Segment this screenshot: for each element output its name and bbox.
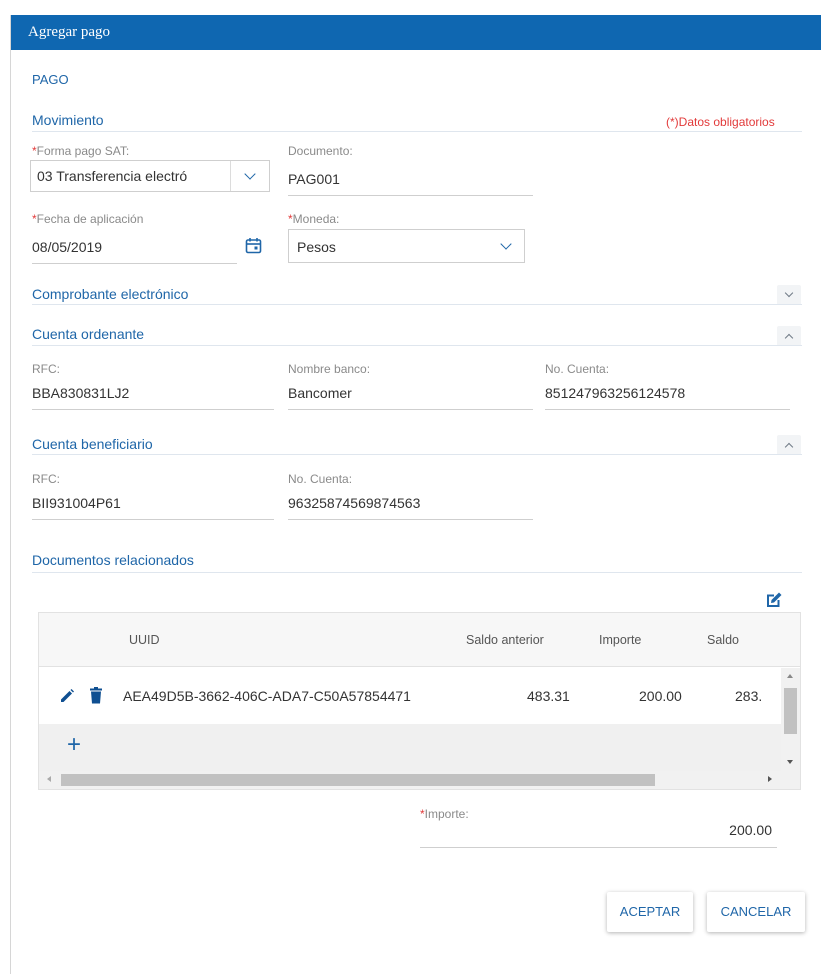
ordenante-cuenta-underline <box>545 409 790 410</box>
ordenante-cuenta-input[interactable]: 851247963256124578 <box>545 385 685 401</box>
column-header-saldo[interactable]: Saldo <box>707 633 739 647</box>
collapse-ordenante-button[interactable] <box>777 326 801 346</box>
expand-comprobante-button[interactable] <box>777 285 801 305</box>
chevron-down-icon <box>500 238 512 250</box>
section-beneficiario-title: Cuenta beneficiario <box>32 436 153 452</box>
section-divider <box>32 304 802 305</box>
fecha-input[interactable]: 08/05/2019 <box>32 239 102 255</box>
chevron-up-icon <box>784 333 794 343</box>
documento-input[interactable]: PAG001 <box>288 171 340 187</box>
cancel-button[interactable]: CANCELAR <box>707 892 805 932</box>
horizontal-scrollbar[interactable] <box>39 771 800 789</box>
add-document-button[interactable]: + <box>67 730 81 760</box>
ordenante-banco-underline <box>288 409 533 410</box>
importe-label: *Importe: <box>420 807 469 821</box>
section-documentos-title: Documentos relacionados <box>32 552 194 568</box>
chevron-up-icon <box>784 442 794 452</box>
moneda-value: Pesos <box>297 239 336 255</box>
ordenante-cuenta-label: No. Cuenta: <box>545 362 610 376</box>
vertical-scrollbar[interactable] <box>781 668 800 771</box>
required-fields-note: (*)Datos obligatorios <box>666 115 775 129</box>
column-header-importe[interactable]: Importe <box>599 633 641 647</box>
edit-documents-icon[interactable] <box>765 591 783 609</box>
scroll-up-icon[interactable] <box>787 674 793 678</box>
row-importe: 200.00 <box>639 688 682 704</box>
section-divider <box>32 131 802 132</box>
horizontal-scroll-thumb[interactable] <box>61 774 655 786</box>
moneda-select[interactable]: Pesos <box>288 229 525 263</box>
ordenante-rfc-underline <box>32 409 274 410</box>
beneficiario-rfc-underline <box>32 519 274 520</box>
accept-button[interactable]: ACEPTAR <box>607 892 693 932</box>
row-uuid: AEA49D5B-3662-406C-ADA7-C50A57854471 <box>123 688 411 704</box>
beneficiario-cuenta-input[interactable]: 96325874569874563 <box>288 495 420 511</box>
column-header-uuid[interactable]: UUID <box>129 633 160 647</box>
beneficiario-rfc-input[interactable]: BII931004P61 <box>32 495 121 511</box>
top-strip <box>0 0 821 15</box>
ordenante-banco-label: Nombre banco: <box>288 362 371 376</box>
moneda-label: *Moneda: <box>288 212 340 226</box>
documento-label: Documento: <box>288 144 353 158</box>
fecha-underline <box>32 263 237 264</box>
row-saldo: 283. <box>735 688 763 704</box>
section-pago-title: PAGO <box>32 72 69 87</box>
calendar-icon[interactable] <box>245 237 262 254</box>
section-divider <box>32 454 802 455</box>
column-header-saldo-anterior[interactable]: Saldo anterior <box>466 633 544 647</box>
ordenante-rfc-label: RFC: <box>32 362 60 376</box>
scroll-down-icon[interactable] <box>787 760 793 764</box>
fecha-label: *Fecha de aplicación <box>32 212 144 226</box>
forma-pago-select[interactable]: 03 Transferencia electró <box>30 160 270 192</box>
section-divider <box>32 572 802 573</box>
collapse-beneficiario-button[interactable] <box>777 435 801 455</box>
select-separator <box>230 161 231 191</box>
section-ordenante-title: Cuenta ordenante <box>32 326 145 342</box>
documents-grid: UUID Saldo anterior Importe Saldo AEA49D… <box>38 612 801 790</box>
importe-input[interactable]: 200.00 <box>420 822 772 838</box>
importe-underline <box>420 847 777 848</box>
chevron-down-icon <box>244 168 256 180</box>
ordenante-rfc-input[interactable]: BBA830831LJ2 <box>32 385 129 401</box>
table-row: AEA49D5B-3662-406C-ADA7-C50A57854471 483… <box>39 668 781 724</box>
row-saldo-anterior: 483.31 <box>527 688 570 704</box>
section-divider <box>32 345 802 346</box>
vertical-scroll-thumb[interactable] <box>784 688 797 734</box>
documento-underline <box>288 195 533 196</box>
chevron-down-icon <box>784 288 794 298</box>
forma-pago-value: 03 Transferencia electró <box>37 168 188 184</box>
grid-header: UUID Saldo anterior Importe Saldo <box>39 613 800 667</box>
ordenante-banco-input[interactable]: Bancomer <box>288 385 352 401</box>
add-row-area: + <box>39 724 781 771</box>
beneficiario-cuenta-underline <box>288 519 533 520</box>
scroll-left-icon[interactable] <box>47 776 51 782</box>
beneficiario-cuenta-label: No. Cuenta: <box>288 472 353 486</box>
section-comprobante-title: Comprobante electrónico <box>32 286 189 302</box>
dialog-title: Agregar pago <box>11 15 821 50</box>
scroll-right-icon[interactable] <box>768 776 772 782</box>
beneficiario-rfc-label: RFC: <box>32 472 60 486</box>
forma-pago-label: *Forma pago SAT: <box>32 144 130 158</box>
edit-row-icon[interactable] <box>59 688 75 704</box>
delete-row-icon[interactable] <box>89 687 103 704</box>
section-movimiento-title: Movimiento <box>32 112 104 128</box>
